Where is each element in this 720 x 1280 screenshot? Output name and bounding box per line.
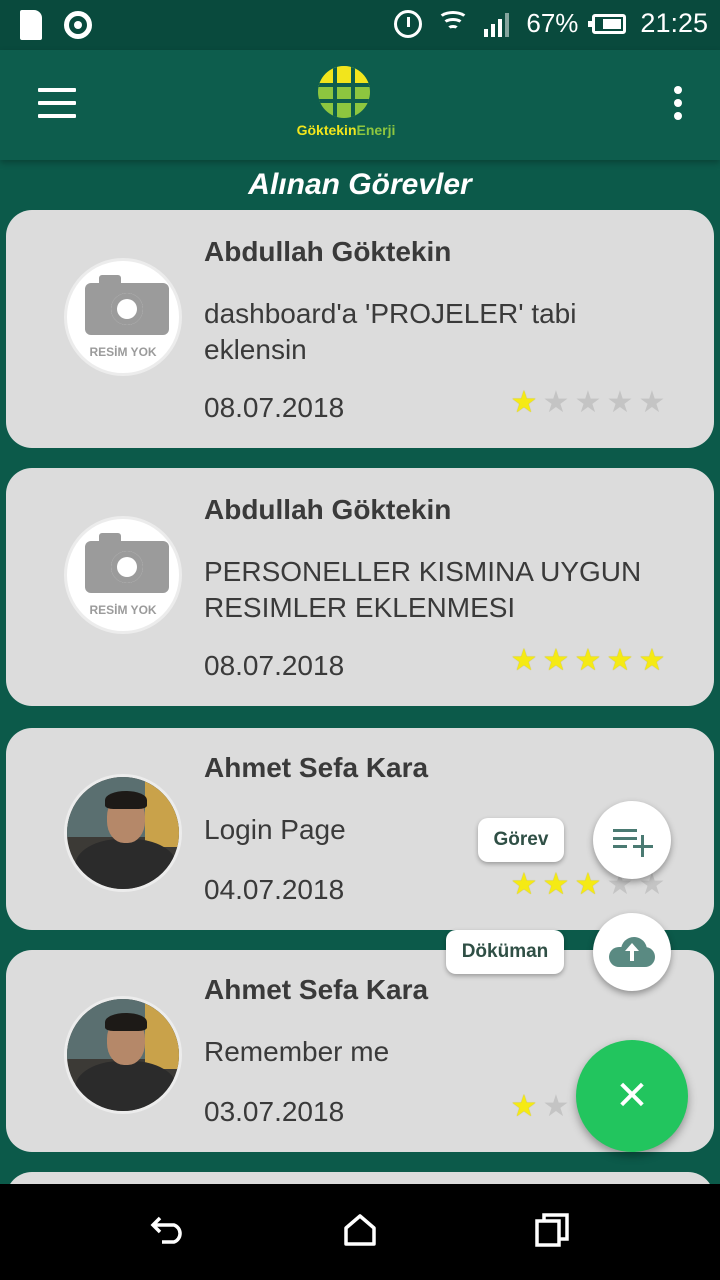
avatar [64,774,182,892]
avatar [64,996,182,1114]
add-task-fab[interactable] [593,801,671,879]
app-logo: GöktekinEnerji [288,66,404,146]
signal-icon [484,11,512,37]
no-image-label: RESİM YOK [89,603,157,617]
star-icon: ★ [542,644,570,677]
task-date: 08.07.2018 [204,650,345,681]
cloud-upload-icon [609,937,655,967]
page-title: Alınan Görevler [248,168,472,201]
home-icon[interactable] [342,1212,378,1248]
no-image-label: RESİM YOK [89,345,157,359]
star-icon: ★ [606,386,634,419]
star-icon: ★ [574,868,602,901]
task-date: 03.07.2018 [204,1096,345,1127]
playlist-add-icon [613,827,653,857]
task-date: 04.07.2018 [204,874,345,905]
task-description: dashboard'a 'PROJELER' tabi eklensin [204,298,577,365]
logo-text: GöktekinEnerji [296,122,396,138]
clock: 21:25 [640,8,708,38]
globe-logo-icon [318,66,370,118]
star-icon: ★ [510,386,538,419]
star-icon: ★ [542,1090,570,1123]
star-icon: ★ [542,386,570,419]
alarm-icon [394,9,423,38]
star-icon: ★ [542,868,570,901]
star-icon: ★ [574,386,602,419]
gorev-label-chip[interactable]: Görev [478,818,564,862]
rating-stars: ★★★★★ [510,646,666,676]
back-icon[interactable] [150,1214,186,1244]
camera-icon [85,533,169,593]
star-icon: ★ [510,868,538,901]
task-card[interactable]: RESİM YOK Abdullah Göktekin dashboard'a … [6,210,714,448]
avatar: RESİM YOK [64,516,182,634]
status-bar: 67% 21:25 [0,0,720,50]
star-icon: ★ [574,644,602,677]
star-icon: ★ [510,1090,538,1123]
media-sync-icon [64,11,92,39]
main-fab[interactable]: ✕ [576,1040,688,1152]
recents-icon[interactable] [534,1212,570,1248]
star-icon: ★ [510,644,538,677]
battery-percent: 67% [526,8,579,38]
task-card[interactable]: RESİM YOK Abdullah Göktekin PERSONELLER … [6,468,714,706]
rating-stars: ★★★★★ [510,388,666,418]
avatar: RESİM YOK [64,258,182,376]
star-icon: ★ [638,386,666,419]
task-date: 08.07.2018 [204,392,345,423]
system-nav-bar [0,1184,720,1280]
camera-icon [85,275,169,335]
task-description: PERSONELLER KISMINA UYGUN RESIMLER EKLEN… [204,556,642,623]
close-icon: ✕ [615,1073,649,1119]
assignee-name: Abdullah Göktekin [204,236,452,267]
star-icon: ★ [606,644,634,677]
wifi-icon [436,9,470,39]
app-toolbar: GöktekinEnerji [0,50,720,160]
battery-icon [588,13,627,34]
sd-card-icon [20,10,42,40]
assignee-name: Ahmet Sefa Kara [204,752,429,783]
assignee-name: Abdullah Göktekin [204,494,452,525]
hamburger-menu-icon[interactable] [38,88,76,118]
more-vert-icon[interactable] [674,86,684,124]
upload-document-fab[interactable] [593,913,671,991]
star-icon: ★ [638,644,666,677]
assignee-name: Ahmet Sefa Kara [204,974,429,1005]
dokuman-label-chip[interactable]: Döküman [446,930,564,974]
